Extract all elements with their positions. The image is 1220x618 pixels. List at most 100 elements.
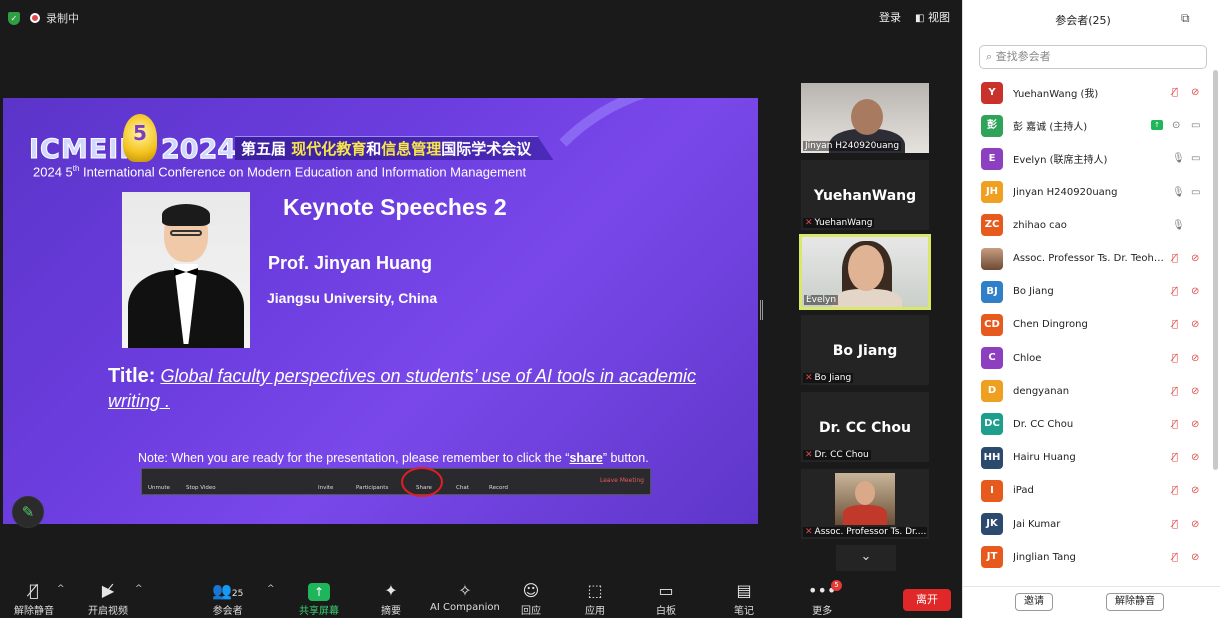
mic-muted-icon[interactable]: 🎙̸	[1172, 386, 1178, 397]
tool-label: 共享屏幕	[299, 606, 339, 617]
apps-icon: ⬚	[587, 581, 603, 600]
camera-icon[interactable]: ▭	[1191, 120, 1200, 131]
mini-toolbar-illustration: Unmute Stop Video Invite Participants Sh…	[141, 468, 651, 495]
participants-options-caret[interactable]: ^	[267, 584, 275, 594]
mic-muted-icon[interactable]: 🎙̸	[1172, 485, 1178, 496]
whiteboard-button[interactable]: ▭ 白板	[656, 580, 676, 617]
video-options-caret[interactable]: ^	[135, 584, 143, 594]
camera-off-icon[interactable]: ⊘	[1191, 419, 1199, 430]
mic-off-icon: ✕	[805, 527, 813, 537]
video-thumbnail[interactable]: YuehanWang ✕ YuehanWang	[801, 160, 929, 230]
camera-icon[interactable]: ▭	[1191, 187, 1200, 198]
unmute-button[interactable]: 🎙̸ 解除静音	[14, 580, 54, 617]
participants-button[interactable]: 👥25 参会者	[212, 580, 243, 617]
english-title: 2024 5th International Conference on Mod…	[33, 164, 526, 179]
unmute-options-caret[interactable]: ^	[57, 584, 65, 594]
camera-off-icon[interactable]: ⊘	[1191, 286, 1199, 297]
reactions-button[interactable]: ☺ 回应	[521, 580, 541, 617]
participant-row[interactable]: BJ Bo Jiang 🎙̸ ⊘	[979, 275, 1211, 308]
mic-icon[interactable]: 🎙	[1172, 187, 1185, 198]
participant-row[interactable]: Y YuehanWang (我) 🎙̸ ⊘	[979, 76, 1211, 109]
keynote-heading: Keynote Speeches 2	[283, 194, 507, 220]
video-thumbnail[interactable]: Bo Jiang ✕ Bo Jiang	[801, 315, 929, 385]
login-button[interactable]: 登录	[879, 9, 901, 25]
summary-button[interactable]: ✦ 摘要	[381, 580, 401, 617]
share-screen-button[interactable]: ↑ 共享屏幕	[299, 580, 339, 617]
recording-icon	[30, 13, 40, 23]
participant-row[interactable]: 彭彭 嘉诚 (主持人) ↑ ⊙ ▭	[979, 109, 1211, 142]
security-shield-icon[interactable]: ✓	[8, 11, 20, 25]
camera-off-icon[interactable]: ⊘	[1191, 353, 1199, 364]
mini-unmute: Unmute	[148, 485, 170, 491]
participant-name: Dr. CC Chou	[1013, 418, 1074, 430]
video-thumbnail[interactable]: ✕ Assoc. Professor Ts. Dr....	[801, 469, 929, 539]
start-video-button[interactable]: ▶̸ 开启视频	[88, 580, 128, 617]
recording-status[interactable]: 录制中	[46, 10, 79, 26]
camera-off-icon[interactable]: ⊘	[1191, 452, 1199, 463]
panel-footer: 邀请 解除静音	[963, 586, 1220, 618]
video-thumbnail[interactable]: Jinyan H240920uang	[801, 83, 929, 153]
thumbnail-name: ✕ Dr. CC Chou	[803, 450, 871, 460]
share-highlight-circle	[401, 467, 443, 497]
video-thumbnail-active[interactable]: Evelyn	[799, 234, 931, 310]
participant-row[interactable]: JH Jinyan H240920uang 🎙 ▭	[979, 176, 1211, 209]
mic-muted-icon[interactable]: 🎙̸	[1172, 286, 1178, 297]
participant-row[interactable]: JT Jinglian Tang 🎙̸ ⊘	[979, 541, 1211, 574]
participant-row[interactable]: ZC zhihao cao 🎙	[979, 209, 1211, 242]
emoji-icon: ☺	[522, 581, 540, 600]
participant-row[interactable]: IiPad 🎙̸ ⊘	[979, 474, 1211, 507]
camera-off-icon[interactable]: ⊘	[1191, 386, 1199, 397]
participant-row[interactable]: DC Dr. CC Chou 🎙̸ ⊘	[979, 408, 1211, 441]
mini-record: Record	[489, 485, 509, 491]
camera-icon[interactable]: ▭	[1191, 153, 1200, 164]
camera-off-icon[interactable]: ⊘	[1191, 485, 1199, 496]
ai-companion-button[interactable]: ✧ AI Companion	[430, 580, 500, 613]
scrollbar[interactable]	[1213, 70, 1218, 470]
notes-button[interactable]: ▤ 笔记	[734, 580, 754, 617]
mic-muted-icon[interactable]: 🎙̸	[1172, 353, 1178, 364]
participant-row[interactable]: E Evelyn (联席主持人) 🎙 ▭	[979, 142, 1211, 175]
invite-button[interactable]: 邀请	[1015, 593, 1053, 611]
participant-row[interactable]: HH Hairu Huang 🎙̸ ⊘	[979, 441, 1211, 474]
avatar: Y	[981, 81, 1003, 104]
participant-row[interactable]: CD Chen Dingrong 🎙̸ ⊘	[979, 308, 1211, 341]
participant-row[interactable]: Assoc. Professor Ts. Dr. Teoh Ai ... 🎙̸ ⊘	[979, 242, 1211, 275]
video-thumbnail[interactable]: Dr. CC Chou ✕ Dr. CC Chou	[801, 392, 929, 462]
slide-note: Note: When you are ready for the present…	[138, 451, 649, 465]
mic-icon[interactable]: 🎙	[1172, 153, 1185, 164]
tool-label: 解除静音	[14, 606, 54, 617]
apps-button[interactable]: ⬚ 应用	[585, 580, 605, 617]
thumbnail-name: Evelyn	[804, 295, 839, 305]
mic-muted-icon[interactable]: 🎙̸	[1172, 552, 1178, 563]
cn-title-part: 现代化教育	[291, 140, 367, 158]
mic-muted-icon[interactable]: 🎙̸	[1172, 452, 1178, 463]
camera-off-icon[interactable]: ⊘	[1191, 552, 1199, 563]
search-participants-input[interactable]: ⌕ 查找参会者	[979, 45, 1207, 69]
mic-muted-icon[interactable]: 🎙̸	[1172, 519, 1178, 530]
mic-muted-icon[interactable]: 🎙̸	[1172, 319, 1178, 330]
view-button[interactable]: ◧ 视图	[915, 9, 950, 25]
leave-button[interactable]: 离开	[903, 589, 951, 611]
pencil-icon[interactable]: ✎	[12, 496, 44, 528]
chevron-down-icon[interactable]: ⌄	[836, 545, 896, 571]
avatar: BJ	[981, 280, 1003, 303]
tool-label: 应用	[585, 606, 605, 617]
participant-name: Hairu Huang	[1013, 452, 1076, 464]
mic-muted-icon[interactable]: 🎙̸	[1172, 87, 1178, 98]
camera-off-icon[interactable]: ⊘	[1191, 319, 1199, 330]
mic-icon[interactable]: 🎙	[1172, 220, 1185, 231]
mic-muted-icon[interactable]: 🎙̸	[1172, 419, 1178, 430]
resize-handle[interactable]	[760, 300, 763, 320]
unmute-me-button[interactable]: 解除静音	[1106, 593, 1164, 611]
speaker-affiliation: Jiangsu University, China	[267, 290, 438, 306]
camera-off-icon[interactable]: ⊘	[1191, 87, 1199, 98]
mic-muted-icon[interactable]: 🎙̸	[1172, 253, 1178, 264]
camera-off-icon[interactable]: ⊘	[1191, 253, 1199, 264]
thumbnail-name-text: Bo Jiang	[814, 373, 852, 383]
tool-label: 回应	[521, 606, 541, 617]
participant-row[interactable]: C Chloe 🎙̸ ⊘	[979, 342, 1211, 375]
participant-row[interactable]: Ddengyanan 🎙̸ ⊘	[979, 375, 1211, 408]
popout-icon[interactable]: ⧉	[1181, 11, 1190, 26]
participant-row[interactable]: JK Jai Kumar 🎙̸ ⊘	[979, 507, 1211, 540]
camera-off-icon[interactable]: ⊘	[1191, 519, 1199, 530]
